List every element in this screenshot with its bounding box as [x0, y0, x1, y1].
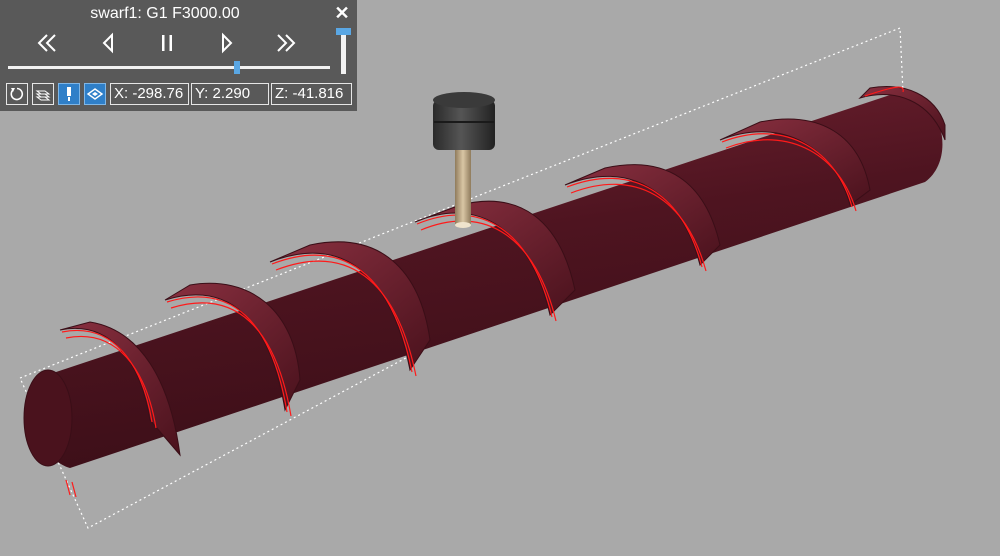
fast-forward-icon — [277, 34, 296, 52]
speed-slider[interactable] — [336, 28, 351, 74]
step-back-button[interactable] — [92, 28, 124, 58]
reset-button[interactable] — [6, 83, 28, 105]
step-back-icon — [102, 32, 113, 54]
rewind-button[interactable] — [31, 28, 63, 58]
fast-forward-button[interactable] — [270, 28, 302, 58]
x-coordinate: X: -298.76 — [110, 83, 189, 105]
layers-icon — [35, 90, 51, 101]
progress-handle[interactable] — [233, 61, 240, 74]
y-coordinate: Y: 2.290 — [191, 83, 269, 105]
tool-visibility-button[interactable] — [58, 83, 80, 105]
stock-visibility-button[interactable] — [84, 83, 106, 105]
screw-end-cap — [23, 369, 73, 467]
pause-icon — [162, 35, 172, 51]
rewind-icon — [37, 34, 56, 52]
close-button[interactable]: ✕ — [333, 3, 351, 23]
step-forward-button[interactable] — [211, 28, 243, 58]
progress-slider[interactable] — [8, 61, 330, 74]
tool-shank — [455, 145, 471, 225]
stock-icon — [86, 88, 104, 100]
simulation-panel: swarf1: G1 F3000.00 ✕ X: -298.76 Y: 2.29… — [0, 0, 357, 111]
simulation-title: swarf1: G1 F3000.00 — [90, 5, 240, 22]
layers-button[interactable] — [32, 83, 54, 105]
step-forward-icon — [222, 32, 233, 54]
tool-icon — [67, 87, 71, 101]
pause-button[interactable] — [151, 28, 183, 58]
z-coordinate: Z: -41.816 — [271, 83, 352, 105]
speed-handle[interactable] — [336, 28, 351, 35]
reset-icon — [10, 87, 24, 101]
